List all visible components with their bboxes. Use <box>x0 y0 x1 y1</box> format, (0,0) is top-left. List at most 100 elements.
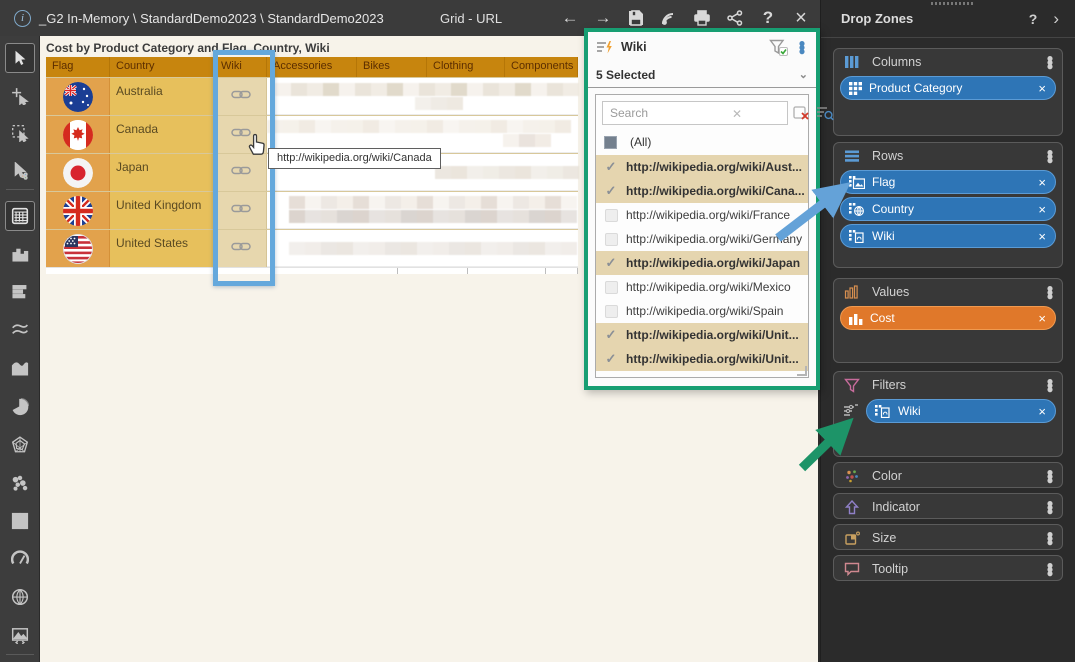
size-menu-icon[interactable]: ●●● <box>1044 532 1056 544</box>
feed-icon[interactable] <box>658 7 680 29</box>
size-zone[interactable]: Size●●● <box>833 524 1063 550</box>
selected-summary-dropdown[interactable]: 5 Selected ⌄ <box>588 62 816 88</box>
search-clear-icon[interactable]: ✕ <box>732 107 742 121</box>
select-tool-icon[interactable] <box>5 43 35 73</box>
filter-item[interactable]: ✓http://wikipedia.org/wiki/Unit... <box>596 347 808 371</box>
column-header-accessories[interactable]: Accessories <box>267 57 357 77</box>
filter-options-icon[interactable] <box>842 403 860 419</box>
filter-item[interactable]: ✓http://wikipedia.org/wiki/Aust... <box>596 155 808 179</box>
unchecked-checkbox-icon[interactable] <box>605 209 618 222</box>
unchecked-checkbox-icon[interactable] <box>605 281 618 294</box>
indeterminate-checkbox-icon[interactable] <box>604 136 617 149</box>
search-input[interactable] <box>602 101 788 125</box>
field-pill-product-category[interactable]: Product Category× <box>840 76 1056 100</box>
forward-button[interactable]: → <box>592 7 614 29</box>
remove-field-icon[interactable]: × <box>1038 404 1046 419</box>
column-header-flag[interactable]: Flag <box>46 57 110 77</box>
checked-checkbox-icon[interactable]: ✓ <box>606 351 617 367</box>
radar-chart-visual-icon[interactable] <box>5 430 35 460</box>
bar-chart-visual-icon[interactable] <box>5 239 35 269</box>
filter-item[interactable]: ✓http://wikipedia.org/wiki/Japan <box>596 251 808 275</box>
data-point-select-tool-icon[interactable] <box>5 156 35 186</box>
treemap-visual-icon[interactable] <box>5 506 35 536</box>
marquee-select-tool-icon[interactable] <box>5 118 35 148</box>
filter-item[interactable]: http://wikipedia.org/wiki/Mexico <box>596 275 808 299</box>
column-header-country[interactable]: Country <box>110 57 215 77</box>
filter-item[interactable]: http://wikipedia.org/wiki/Spain <box>596 299 808 323</box>
clear-filter-icon[interactable] <box>793 103 811 123</box>
area-chart-visual-icon[interactable] <box>5 353 35 383</box>
column-header-clothing[interactable]: Clothing <box>427 57 505 77</box>
filter-item[interactable]: ✓http://wikipedia.org/wiki/Unit... <box>596 323 808 347</box>
field-pill-cost[interactable]: Cost× <box>840 306 1056 330</box>
line-chart-visual-icon[interactable] <box>5 315 35 345</box>
search-in-list-icon[interactable] <box>816 103 834 123</box>
grid-row-gb[interactable]: United Kingdom <box>46 191 578 229</box>
checked-checkbox-icon[interactable]: ✓ <box>606 183 617 199</box>
checked-checkbox-icon[interactable]: ✓ <box>606 159 617 175</box>
select-all-row[interactable]: (All) <box>596 129 808 155</box>
columns-menu-icon[interactable]: ●●● <box>1044 56 1056 68</box>
rows-zone[interactable]: Rows ●●● Flag×Country×Wiki× <box>833 142 1063 268</box>
filters-zone[interactable]: Filters ●●● Wiki× <box>833 371 1063 457</box>
point-select-tool-icon[interactable] <box>5 81 35 111</box>
grid-row-au[interactable]: Australia <box>46 77 578 115</box>
map-visual-icon[interactable] <box>5 582 35 612</box>
tooltip-zone[interactable]: Tooltip●●● <box>833 555 1063 581</box>
remove-field-icon[interactable]: × <box>1038 175 1046 190</box>
pie-chart-visual-icon[interactable] <box>5 392 35 422</box>
filters-pills: Wiki× <box>860 396 1062 426</box>
remove-field-icon[interactable]: × <box>1038 202 1046 217</box>
pill-label: Wiki <box>872 229 1038 243</box>
wiki-link-cell[interactable] <box>215 192 267 229</box>
grid-row-us[interactable]: United States <box>46 229 578 267</box>
columns-zone[interactable]: Columns ●●● Product Category× <box>833 48 1063 136</box>
back-button[interactable]: ← <box>559 7 581 29</box>
info-icon[interactable]: i <box>14 10 31 27</box>
remove-field-icon[interactable]: × <box>1038 81 1046 96</box>
save-icon[interactable] <box>625 7 647 29</box>
indicator-zone[interactable]: Indicator●●● <box>833 493 1063 519</box>
panel-drag-handle[interactable] <box>931 2 975 5</box>
filter-item[interactable]: http://wikipedia.org/wiki/France <box>596 203 808 227</box>
scatter-chart-visual-icon[interactable] <box>5 468 35 498</box>
wiki-link-cell[interactable] <box>215 78 267 115</box>
filter-popup-menu-icon[interactable]: ●●● <box>796 41 808 53</box>
field-pill-wiki[interactable]: Wiki× <box>866 399 1056 423</box>
filter-applied-icon[interactable] <box>769 39 788 56</box>
unchecked-checkbox-icon[interactable] <box>605 233 618 246</box>
resize-grip[interactable] <box>797 366 807 376</box>
unchecked-checkbox-icon[interactable] <box>605 305 618 318</box>
color-zone[interactable]: Color●●● <box>833 462 1063 488</box>
gauge-visual-icon[interactable] <box>5 544 35 574</box>
field-pill-flag[interactable]: Flag× <box>840 170 1056 194</box>
custom-image-visual-icon[interactable] <box>5 620 35 650</box>
row-chart-visual-icon[interactable] <box>5 277 35 307</box>
grid-visual-icon[interactable] <box>5 201 35 231</box>
remove-field-icon[interactable]: × <box>1038 311 1046 326</box>
checked-checkbox-icon[interactable]: ✓ <box>606 255 617 271</box>
remove-field-icon[interactable]: × <box>1038 229 1046 244</box>
color-menu-icon[interactable]: ●●● <box>1044 470 1056 482</box>
wiki-link-cell[interactable] <box>215 230 267 267</box>
values-menu-icon[interactable]: ●●● <box>1044 286 1056 298</box>
column-header-wiki[interactable]: Wiki <box>215 57 267 77</box>
tooltip-menu-icon[interactable]: ●●● <box>1044 563 1056 575</box>
panel-help-icon[interactable]: ? <box>1029 11 1038 27</box>
panel-collapse-icon[interactable]: › <box>1053 9 1059 29</box>
help-icon[interactable]: ? <box>757 7 779 29</box>
field-pill-wiki[interactable]: Wiki× <box>840 224 1056 248</box>
values-zone[interactable]: Values ●●● Cost× <box>833 278 1063 363</box>
rows-menu-icon[interactable]: ●●● <box>1044 150 1056 162</box>
print-icon[interactable] <box>691 7 713 29</box>
indicator-menu-icon[interactable]: ●●● <box>1044 501 1056 513</box>
field-pill-country[interactable]: Country× <box>840 197 1056 221</box>
filter-item[interactable]: http://wikipedia.org/wiki/Germany <box>596 227 808 251</box>
close-icon[interactable]: × <box>790 7 812 29</box>
filter-item[interactable]: ✓http://wikipedia.org/wiki/Cana... <box>596 179 808 203</box>
checked-checkbox-icon[interactable]: ✓ <box>606 327 617 343</box>
share-icon[interactable] <box>724 7 746 29</box>
column-header-components[interactable]: Components <box>505 57 578 77</box>
filters-menu-icon[interactable]: ●●● <box>1044 379 1056 391</box>
column-header-bikes[interactable]: Bikes <box>357 57 427 77</box>
